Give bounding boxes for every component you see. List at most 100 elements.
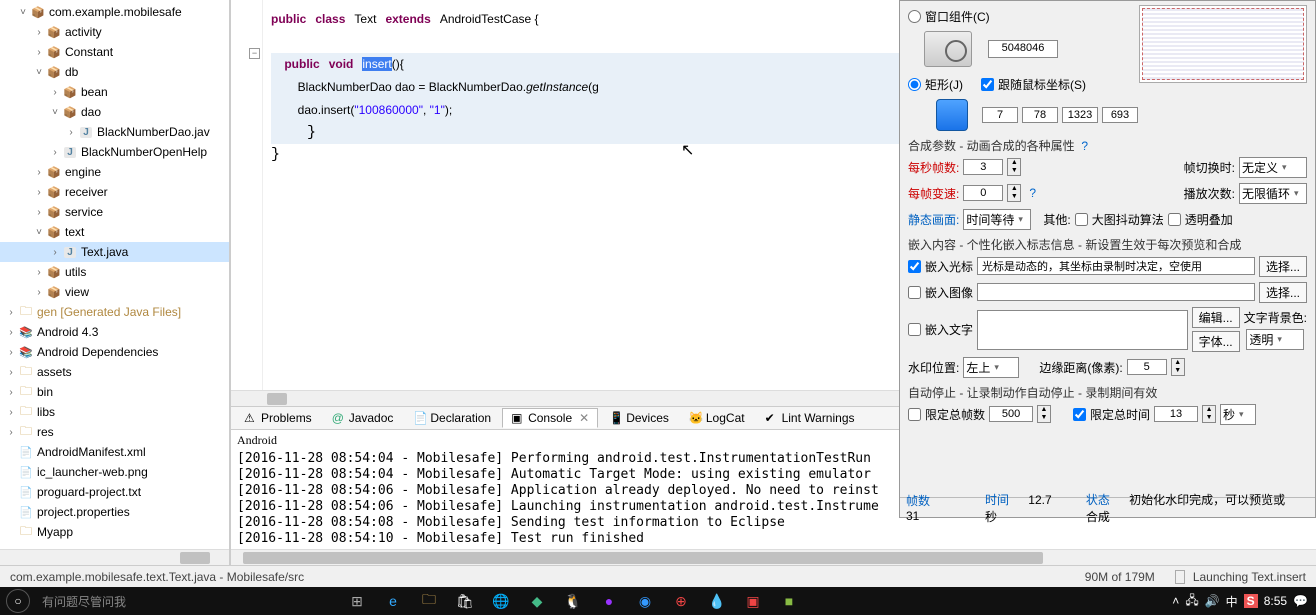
tab-declaration[interactable]: 📄Declaration	[404, 408, 500, 428]
app-icon[interactable]: ■	[778, 590, 800, 612]
project-explorer[interactable]: ˅ com.example.mobilesafe ›activity›Const…	[0, 0, 230, 565]
check-big-shake[interactable]	[1075, 213, 1088, 226]
expand-arrow-icon[interactable]: ›	[64, 127, 78, 138]
console-horizontal-scrollbar[interactable]	[231, 549, 1316, 565]
qq-icon[interactable]: 🐧	[562, 590, 584, 612]
expand-arrow-icon[interactable]: ˅	[32, 227, 46, 238]
play-combo[interactable]: 无限循环	[1239, 183, 1307, 204]
tree-item[interactable]: ›receiver	[0, 182, 229, 202]
tree-item[interactable]: ˅db	[0, 62, 229, 82]
font-button[interactable]: 字体...	[1192, 331, 1240, 352]
expand-arrow-icon[interactable]: ›	[48, 147, 62, 158]
expand-arrow-icon[interactable]: ›	[32, 167, 46, 178]
search-hint[interactable]: 有问题尽管问我	[42, 593, 126, 610]
tree-item[interactable]: ›Text.java	[0, 242, 229, 262]
expand-arrow-icon[interactable]: ˅	[48, 107, 62, 118]
expand-arrow-icon[interactable]: ›	[32, 207, 46, 218]
tree-root-pkg[interactable]: ˅ com.example.mobilesafe	[0, 2, 229, 22]
tab-problems[interactable]: ⚠Problems	[235, 408, 321, 428]
fps-spinner[interactable]: ▲▼	[1007, 158, 1021, 176]
margin-spinner[interactable]: ▲▼	[1171, 358, 1185, 376]
network-icon[interactable]: 🖧	[1185, 591, 1198, 612]
static-combo[interactable]: 时间等待	[963, 209, 1031, 230]
switch-combo[interactable]: 无定义	[1239, 157, 1307, 178]
expand-arrow-icon[interactable]: ˅	[32, 67, 46, 78]
tree-item[interactable]: ˅dao	[0, 102, 229, 122]
coord-x[interactable]: 7	[982, 107, 1018, 123]
limit-time-input[interactable]	[1154, 406, 1198, 422]
tree-item[interactable]: ›service	[0, 202, 229, 222]
check-transparent-overlay[interactable]	[1168, 213, 1181, 226]
expand-arrow-icon[interactable]: ˅	[16, 7, 30, 18]
cursor-desc-input[interactable]	[977, 257, 1255, 275]
tree-item[interactable]: ›res	[0, 422, 229, 442]
tree-item[interactable]: ›engine	[0, 162, 229, 182]
edge-icon[interactable]: e	[382, 590, 404, 612]
delta-spinner[interactable]: ▲▼	[1007, 184, 1021, 202]
expand-arrow-icon[interactable]: ›	[48, 247, 62, 258]
delta-input[interactable]	[963, 185, 1003, 201]
notification-icon[interactable]: 💬	[1293, 594, 1308, 608]
tree-item[interactable]: ›BlackNumberDao.jav	[0, 122, 229, 142]
tab-console[interactable]: ▣Console✕	[502, 408, 598, 428]
expand-arrow-icon[interactable]: ›	[32, 187, 46, 198]
system-tray[interactable]: ˄ 🖧 🔊 中 S 8:55 💬	[1172, 591, 1316, 612]
help-icon[interactable]: ?	[1081, 139, 1088, 153]
tree-item[interactable]: ›assets	[0, 362, 229, 382]
expand-arrow-icon[interactable]: ›	[4, 367, 18, 378]
tree-item[interactable]: AndroidManifest.xml	[0, 442, 229, 462]
check-follow-mouse[interactable]	[981, 78, 994, 91]
tree-item[interactable]: ›Constant	[0, 42, 229, 62]
expand-arrow-icon[interactable]: ›	[32, 267, 46, 278]
file-explorer-icon[interactable]: 🗀	[418, 590, 440, 612]
text-edit-button[interactable]: 编辑...	[1192, 307, 1240, 328]
tree-horizontal-scrollbar[interactable]	[0, 549, 229, 565]
screen-capture-panel[interactable]: 窗口组件(C) 5048046 矩形(J) 跟随鼠标坐标(S) 7 78 132…	[899, 0, 1316, 518]
help-icon[interactable]: ?	[1029, 186, 1036, 200]
tree-item[interactable]: ›view	[0, 282, 229, 302]
tree-item[interactable]: ›libs	[0, 402, 229, 422]
tree-item[interactable]: ›bin	[0, 382, 229, 402]
limit-frames-spinner[interactable]: ▲▼	[1037, 405, 1051, 423]
coord-y[interactable]: 78	[1022, 107, 1058, 123]
image-path-input[interactable]	[977, 283, 1255, 301]
sogou-icon[interactable]: S	[1244, 594, 1258, 608]
tree-item[interactable]: Myapp	[0, 522, 229, 542]
eclipse-icon[interactable]: ●	[598, 590, 620, 612]
close-icon[interactable]: ✕	[579, 411, 589, 425]
volume-icon[interactable]: 🔊	[1205, 594, 1220, 608]
expand-arrow-icon[interactable]: ›	[32, 27, 46, 38]
app-icon[interactable]: ◆	[526, 590, 548, 612]
tree-item[interactable]: ›Android Dependencies	[0, 342, 229, 362]
progress-icon[interactable]	[1175, 570, 1185, 584]
embed-text-area[interactable]	[977, 310, 1188, 350]
taskbar-clock[interactable]: 8:55	[1264, 594, 1287, 608]
scrollbar-thumb[interactable]	[267, 393, 287, 405]
limit-time-spinner[interactable]: ▲▼	[1202, 405, 1216, 423]
app-icon[interactable]: ◉	[634, 590, 656, 612]
tree-item[interactable]: ›Android 4.3	[0, 322, 229, 342]
image-select-button[interactable]: 选择...	[1259, 282, 1307, 303]
app-icon[interactable]: ⊕	[670, 590, 692, 612]
app-icon[interactable]: ▣	[742, 590, 764, 612]
fold-toggle-icon[interactable]: −	[249, 48, 260, 59]
tree-item[interactable]: ›bean	[0, 82, 229, 102]
cursor-select-button[interactable]: 选择...	[1259, 256, 1307, 277]
tab-lint-warnings[interactable]: ✔Lint Warnings	[756, 408, 864, 428]
tree-item[interactable]: project.properties	[0, 502, 229, 522]
expand-arrow-icon[interactable]: ›	[4, 407, 18, 418]
tree-item[interactable]: ˅text	[0, 222, 229, 242]
tray-up-icon[interactable]: ˄	[1172, 594, 1179, 608]
expand-arrow-icon[interactable]: ›	[4, 327, 18, 338]
start-button[interactable]: ○	[6, 589, 30, 613]
windows-taskbar[interactable]: ○ 有问题尽管问我 ⊞ e 🗀 🛍 🌐 ◆ 🐧 ● ◉ ⊕ 💧 ▣ ■ ˄ 🖧 …	[0, 587, 1316, 615]
tree-item[interactable]: ›utils	[0, 262, 229, 282]
radio-rectangle[interactable]	[908, 78, 921, 91]
wm-pos-combo[interactable]: 左上	[963, 357, 1019, 378]
tree-item[interactable]: ›activity	[0, 22, 229, 42]
check-embed-image[interactable]	[908, 286, 921, 299]
ime-icon[interactable]: 中	[1226, 593, 1238, 610]
task-view-icon[interactable]: ⊞	[346, 590, 368, 612]
limit-frames-input[interactable]	[989, 406, 1033, 422]
tree-item[interactable]: ›BlackNumberOpenHelp	[0, 142, 229, 162]
